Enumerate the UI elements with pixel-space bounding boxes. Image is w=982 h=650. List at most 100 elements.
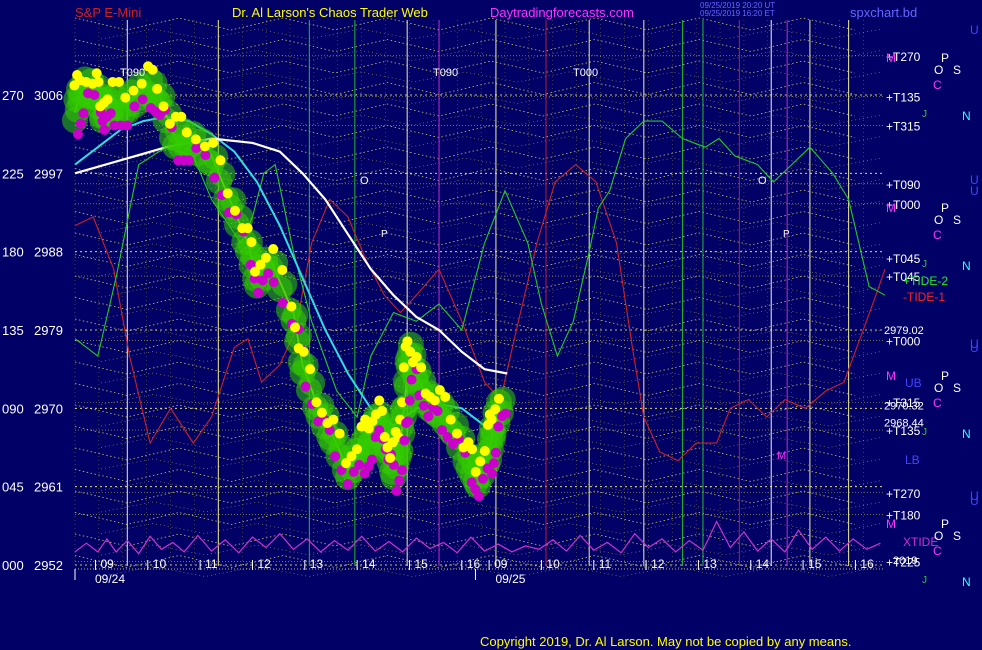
price-marker-high <box>176 111 187 122</box>
price-marker-high <box>208 137 219 148</box>
price-marker-high <box>351 444 362 455</box>
price-marker-high <box>152 83 163 94</box>
lb-label: LB <box>905 453 920 467</box>
price-marker-low <box>404 395 415 406</box>
price-marker-low <box>122 120 133 131</box>
side-symbol: C <box>933 396 942 410</box>
y-angle-label: 090 <box>2 401 24 416</box>
price-marker-high <box>470 466 481 477</box>
m-marker: M <box>886 517 896 531</box>
side-symbol: S <box>953 213 961 227</box>
x-hour-label: 14 <box>756 557 770 571</box>
y-price-label: 2961 <box>34 480 63 495</box>
y-price-label: 2970 <box>34 401 63 416</box>
side-symbol: S <box>953 529 961 543</box>
price-marker-high <box>290 322 301 333</box>
side-symbol: J <box>922 575 927 586</box>
x-hour-label: 12 <box>257 557 271 571</box>
plot-symbol: P <box>381 229 388 240</box>
price-marker-high <box>128 85 139 96</box>
price-marker-low <box>399 435 410 446</box>
price-marker-high <box>242 223 253 234</box>
symbol-title: S&P E-Mini <box>75 5 142 20</box>
site-url-link[interactable]: Daytradingforecasts.com <box>490 5 634 20</box>
x-date-label: 09/25 <box>495 572 525 586</box>
price-marker-low <box>366 454 377 465</box>
y-angle-label: 225 <box>2 166 24 181</box>
price-marker-high <box>93 76 104 87</box>
price-marker-high <box>467 444 478 455</box>
price-marker-low <box>354 459 365 470</box>
x-hour-label: 15 <box>808 557 822 571</box>
price-marker-low <box>253 287 264 298</box>
price-marker-high <box>260 252 271 263</box>
price-marker-low <box>342 479 353 490</box>
ub-label: UB <box>905 376 922 390</box>
y-angle-label: 135 <box>2 323 24 338</box>
price-level-label: 2979.02 <box>884 325 924 337</box>
price-marker-low <box>487 468 498 479</box>
price-marker-high <box>398 362 409 373</box>
y-price-label: 3006 <box>34 88 63 103</box>
side-symbol: N <box>962 427 971 441</box>
price-marker-high <box>402 336 413 347</box>
y-price-label: 2988 <box>34 245 63 260</box>
side-symbol: O <box>934 381 943 395</box>
price-marker-low <box>105 108 116 119</box>
price-marker-high <box>416 362 427 373</box>
price-marker-low <box>89 90 100 100</box>
price-marker-low <box>391 486 402 497</box>
side-symbol: U <box>970 337 979 351</box>
side-symbol: C <box>933 544 942 558</box>
price-marker-high <box>190 134 201 145</box>
price-marker-low <box>277 298 288 309</box>
x-hour-label: 16 <box>467 557 481 571</box>
x-hour-label: 13 <box>703 557 717 571</box>
plot-symbol: O <box>758 175 767 187</box>
side-symbol: J <box>922 427 927 438</box>
price-marker-high <box>445 414 456 425</box>
plot-symbol: O <box>360 175 369 187</box>
price-marker-low <box>478 473 488 484</box>
price-marker-low <box>493 421 504 432</box>
side-symbol: O <box>934 213 943 227</box>
plot-symbol: M <box>777 450 786 462</box>
price-marker-high <box>452 428 463 439</box>
price-marker-low <box>432 405 443 416</box>
price-marker-high <box>222 188 233 199</box>
x-hour-label: 16 <box>860 557 874 571</box>
y-price-label: 2997 <box>34 166 63 181</box>
price-marker-high <box>328 414 339 425</box>
price-marker-low <box>394 475 405 486</box>
price-marker-low <box>137 94 148 105</box>
side-symbol: O <box>934 63 943 77</box>
price-marker-high <box>411 351 422 362</box>
price-marker-high <box>305 364 316 375</box>
copyright-notice: Copyright 2019, Dr. Al Larson. May not b… <box>480 634 852 649</box>
price-marker-high <box>385 452 396 463</box>
side-symbol: P <box>941 201 949 215</box>
price-marker-low <box>423 411 434 422</box>
y-price-label: 2952 <box>34 558 63 573</box>
price-marker-high <box>334 428 345 439</box>
side-symbol: P <box>941 369 949 383</box>
side-symbol: N <box>962 109 971 123</box>
price-marker-high <box>277 264 288 275</box>
price-marker-high <box>440 392 451 403</box>
price-marker-low <box>397 465 407 476</box>
side-symbol: N <box>962 575 971 589</box>
gann-level-label: +T090 <box>886 178 921 192</box>
side-symbol: P <box>941 51 949 65</box>
price-marker-low <box>473 491 484 502</box>
price-marker-low <box>406 374 417 385</box>
x-hour-label: 15 <box>414 557 428 571</box>
price-marker-high <box>158 101 169 112</box>
x-hour-label: 14 <box>362 557 376 571</box>
x-hour-label: 11 <box>599 557 612 571</box>
y-angle-label: 270 <box>2 88 24 103</box>
price-marker-high <box>91 68 102 79</box>
price-marker-low <box>78 108 89 119</box>
price-level-label: 2970.32 <box>884 401 924 413</box>
price-marker-high <box>286 301 297 312</box>
price-marker-high <box>311 397 322 408</box>
